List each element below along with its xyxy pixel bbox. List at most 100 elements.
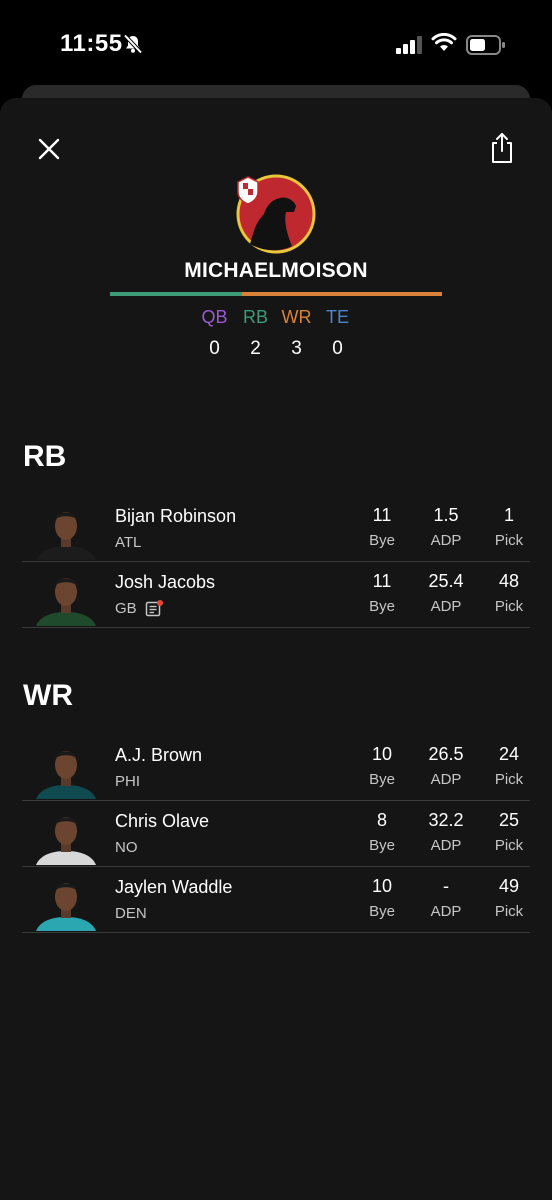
pick-value: 25 bbox=[498, 810, 520, 830]
bye-stat: 8 Bye bbox=[352, 810, 412, 854]
bye-value: 10 bbox=[371, 744, 393, 764]
status-time: 11:55 bbox=[60, 30, 123, 57]
position-label: TE bbox=[325, 307, 349, 327]
player-name: Josh Jacobs bbox=[115, 572, 216, 592]
pick-label: Pick bbox=[494, 532, 524, 549]
position-count: 0 bbox=[209, 338, 220, 359]
player-name: Bijan Robinson bbox=[115, 506, 237, 526]
status-bar: 11:55 bbox=[0, 0, 552, 90]
adp-stat: 26.5 ADP bbox=[416, 744, 476, 788]
pick-value: 1 bbox=[503, 505, 514, 525]
position-label: RB bbox=[242, 307, 268, 327]
pick-stat: 49 Pick bbox=[479, 876, 539, 920]
adp-label: ADP bbox=[430, 837, 462, 854]
bye-stat: 10 Bye bbox=[352, 876, 412, 920]
adp-label: ADP bbox=[430, 598, 462, 615]
pick-stat: 48 Pick bbox=[479, 571, 539, 615]
jersey-shape bbox=[36, 785, 96, 799]
bye-label: Bye bbox=[369, 903, 395, 920]
adp-stat: 1.5 ADP bbox=[416, 505, 476, 549]
bell-slash-icon bbox=[123, 34, 143, 54]
player-headshot bbox=[36, 512, 96, 560]
signal-icon bbox=[396, 36, 422, 54]
position-label: WR bbox=[281, 307, 312, 327]
jersey-shape bbox=[36, 917, 96, 931]
adp-value: 25.4 bbox=[428, 571, 464, 591]
team-avatar bbox=[236, 174, 316, 254]
player-team: PHI bbox=[115, 773, 141, 790]
battery-icon bbox=[466, 35, 505, 55]
section-title-wr: WR bbox=[23, 679, 73, 712]
pick-value: 49 bbox=[498, 876, 520, 896]
pick-label: Pick bbox=[494, 771, 524, 788]
jersey-shape bbox=[36, 851, 96, 865]
position-count-rb: RB 2 bbox=[235, 305, 276, 360]
adp-label: ADP bbox=[430, 771, 462, 788]
player-team: GB bbox=[115, 600, 137, 617]
share-button[interactable] bbox=[486, 131, 518, 165]
adp-value: - bbox=[443, 876, 449, 896]
bye-stat: 11 Bye bbox=[352, 571, 412, 615]
player-headshot bbox=[36, 817, 96, 865]
position-bar-rb bbox=[110, 292, 242, 296]
position-count: 2 bbox=[250, 338, 261, 359]
bye-value: 8 bbox=[376, 810, 387, 830]
player-team: DEN bbox=[115, 905, 147, 922]
player-headshot bbox=[36, 751, 96, 799]
adp-value: 26.5 bbox=[428, 744, 464, 764]
position-counts: QB 0 RB 2 WR 3 TE 0 bbox=[0, 305, 552, 360]
section-title-rb: RB bbox=[23, 440, 67, 473]
player-team: ATL bbox=[115, 534, 142, 551]
player-row[interactable]: Bijan Robinson ATL 11 Bye 1.5 ADP 1 Pick bbox=[22, 496, 530, 562]
news-note-icon[interactable] bbox=[145, 600, 163, 618]
jersey-shape bbox=[36, 546, 96, 560]
adp-value: 32.2 bbox=[428, 810, 464, 830]
player-name: Chris Olave bbox=[115, 811, 210, 831]
position-count: 0 bbox=[332, 338, 343, 359]
team-name: MICHAELMOISON bbox=[184, 259, 368, 282]
position-count-qb: QB 0 bbox=[194, 305, 235, 360]
adp-label: ADP bbox=[430, 903, 462, 920]
position-count-wr: WR 3 bbox=[276, 305, 317, 360]
adp-stat: 32.2 ADP bbox=[416, 810, 476, 854]
bye-stat: 10 Bye bbox=[352, 744, 412, 788]
adp-stat: - ADP bbox=[416, 876, 476, 920]
player-name: A.J. Brown bbox=[115, 745, 203, 765]
bye-label: Bye bbox=[369, 598, 395, 615]
player-row[interactable]: Chris Olave NO 8 Bye 32.2 ADP 25 Pick bbox=[22, 801, 530, 867]
position-distribution-bar bbox=[110, 292, 442, 296]
pick-label: Pick bbox=[494, 598, 524, 615]
pick-value: 24 bbox=[498, 744, 520, 764]
pick-stat: 1 Pick bbox=[479, 505, 539, 549]
close-icon bbox=[38, 138, 60, 160]
pick-value: 48 bbox=[498, 571, 520, 591]
jersey-shape bbox=[36, 612, 96, 626]
position-label: QB bbox=[201, 307, 228, 327]
player-row[interactable]: A.J. Brown PHI 10 Bye 26.5 ADP 24 Pick bbox=[22, 735, 530, 801]
adp-stat: 25.4 ADP bbox=[416, 571, 476, 615]
pick-stat: 24 Pick bbox=[479, 744, 539, 788]
bye-stat: 11 Bye bbox=[352, 505, 412, 549]
adp-label: ADP bbox=[430, 532, 462, 549]
position-count: 3 bbox=[291, 338, 302, 359]
bye-label: Bye bbox=[369, 771, 395, 788]
pick-label: Pick bbox=[494, 903, 524, 920]
player-row[interactable]: Josh Jacobs GB 11 Bye 25.4 ADP 48 Pick bbox=[22, 562, 530, 628]
bye-value: 11 bbox=[372, 505, 392, 525]
bye-value: 11 bbox=[372, 571, 392, 591]
player-headshot bbox=[36, 883, 96, 931]
bye-value: 10 bbox=[371, 876, 393, 896]
player-row[interactable]: Jaylen Waddle DEN 10 Bye - ADP 49 Pick bbox=[22, 867, 530, 933]
player-team: NO bbox=[115, 839, 138, 856]
adp-value: 1.5 bbox=[433, 505, 459, 525]
pick-label: Pick bbox=[494, 837, 524, 854]
close-button[interactable] bbox=[34, 134, 64, 164]
position-count-te: TE 0 bbox=[317, 305, 358, 360]
player-headshot bbox=[36, 578, 96, 626]
bye-label: Bye bbox=[369, 837, 395, 854]
wifi-icon bbox=[431, 33, 457, 51]
bye-label: Bye bbox=[369, 532, 395, 549]
position-bar-wr bbox=[242, 292, 442, 296]
pick-stat: 25 Pick bbox=[479, 810, 539, 854]
player-name: Jaylen Waddle bbox=[115, 877, 233, 897]
